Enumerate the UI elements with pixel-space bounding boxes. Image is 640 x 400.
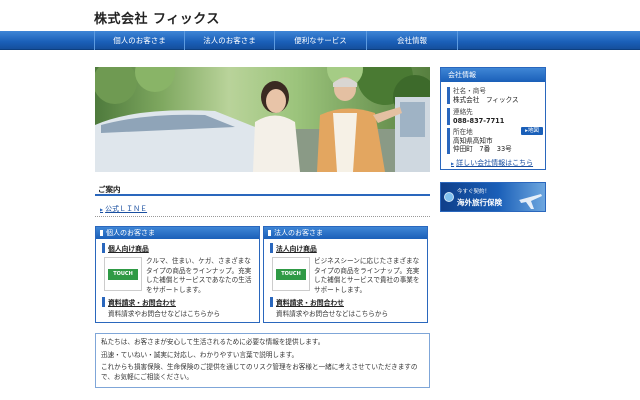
site-title[interactable]: 株式会社 フィックス xyxy=(94,8,220,27)
map-button[interactable]: ▸地図 xyxy=(521,127,543,135)
corporate-product-logo[interactable]: TOUCH xyxy=(272,257,310,291)
company-contact-block: 連絡先 088-837-7711 xyxy=(447,108,504,125)
personal-description: クルマ、住まい、ケガ、さまざまなタイプの商品をラインナップ。充実した補償とサービ… xyxy=(146,257,252,294)
company-address-label: 所在地 xyxy=(453,128,473,136)
personal-box-heading: 個人のお客さま xyxy=(96,227,259,239)
airplane-icon xyxy=(519,194,542,209)
corporate-products-link[interactable]: 法人向け商品 xyxy=(270,243,317,253)
banner-big-text: 海外旅行保険 xyxy=(457,198,502,207)
banner-small-text: 今すぐ契約！ xyxy=(457,189,491,195)
personal-products-link[interactable]: 個人向け商品 xyxy=(102,243,149,253)
line-official-link[interactable]: 公式ＬＩＮＥ xyxy=(100,204,147,214)
personal-contact-note: 資料請求やお問合せなどはこちらから xyxy=(108,310,221,318)
about-line: 私たちは、お客さまが安心して生活されるために必要な情報を提供します。 xyxy=(101,338,325,346)
corporate-description: ビジネスシーンに応じたさまざまなタイプの商品をラインナップ。充実した補償とサービ… xyxy=(314,257,420,294)
company-name-label: 社名・商号 xyxy=(453,87,486,95)
about-line: 迅速・ていねい・誠実に対応し、わかりやすい言葉で説明します。 xyxy=(101,350,299,359)
globe-icon xyxy=(444,192,454,202)
hero-photo-illustration xyxy=(95,67,430,172)
about-message-box: 私たちは、お客さまが安心して生活されるために必要な情報を提供します。 迅速・てい… xyxy=(95,333,430,388)
company-address-line2: 仲田町 7番 33号 xyxy=(453,145,512,153)
company-name-block: 社名・商号 株式会社 フィックス xyxy=(447,87,519,104)
company-name-value: 株式会社 フィックス xyxy=(453,95,519,104)
personal-customers-box: 個人のお客さま 個人向け商品 TOUCH クルマ、住まい、ケガ、さまざまなタイプ… xyxy=(95,226,260,323)
personal-contact-link[interactable]: 資料請求・お問合わせ xyxy=(102,297,176,307)
dotted-divider xyxy=(95,216,430,217)
travel-insurance-banner[interactable]: 今すぐ契約！ 海外旅行保険 xyxy=(440,182,546,212)
company-info-panel: 会社情報 社名・商号 株式会社 フィックス 連絡先 088-837-7711 所… xyxy=(440,67,546,170)
company-info-heading: 会社情報 xyxy=(441,68,545,82)
nav-item-company[interactable]: 会社情報 xyxy=(366,31,458,50)
about-line: これからも損害保険、生命保険のご提供を通じてのリスク管理をお客様と一緒に考えさせ… xyxy=(101,363,418,381)
personal-product-logo[interactable]: TOUCH xyxy=(104,257,142,291)
hero-image xyxy=(95,67,430,172)
company-contact-label: 連絡先 xyxy=(453,108,473,116)
company-address-block: 所在地 高知県高知市 仲田町 7番 33号 xyxy=(447,128,512,154)
company-address-line1: 高知県高知市 xyxy=(453,136,493,145)
main-nav: 個人のお客さま 法人のお客さま 便利なサービス 会社情報 xyxy=(0,31,640,50)
corporate-customers-box: 法人のお客さま 法人向け商品 TOUCH ビジネスシーンに応じたさまざまなタイプ… xyxy=(263,226,428,323)
guide-heading: ご案内 xyxy=(95,182,430,196)
touch-logo-icon: TOUCH xyxy=(108,269,138,280)
nav-item-corporate[interactable]: 法人のお客さま xyxy=(184,31,274,50)
corporate-contact-note: 資料請求やお問合せなどはこちらから xyxy=(276,310,389,318)
map-button-label: 地図 xyxy=(527,128,539,134)
corporate-contact-link[interactable]: 資料請求・お問合わせ xyxy=(270,297,344,307)
company-phone[interactable]: 088-837-7711 xyxy=(453,117,504,126)
company-details-link[interactable]: 詳しい会社情報はこちら xyxy=(451,158,533,168)
nav-item-personal[interactable]: 個人のお客さま xyxy=(94,31,184,50)
corporate-box-heading: 法人のお客さま xyxy=(264,227,427,239)
nav-item-services[interactable]: 便利なサービス xyxy=(274,31,366,50)
touch-logo-icon: TOUCH xyxy=(276,269,306,280)
